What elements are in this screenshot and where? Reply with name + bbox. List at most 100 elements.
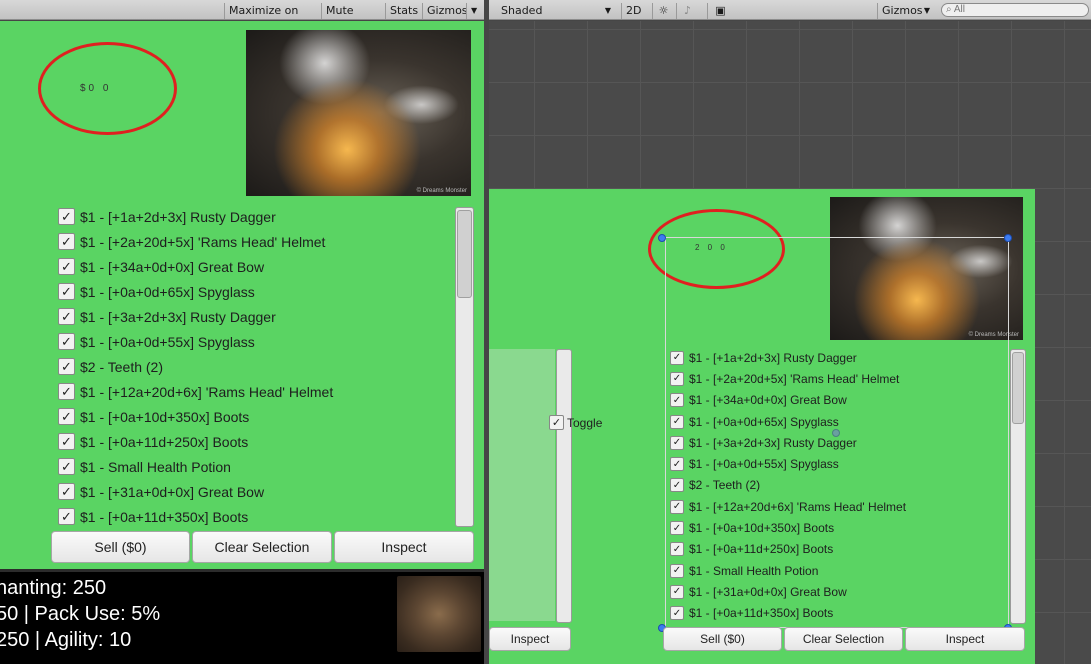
list-item[interactable]: ✓ $2 - Teeth (2) bbox=[670, 475, 760, 496]
checkbox-checked-icon[interactable]: ✓ bbox=[670, 542, 684, 557]
gizmos-dropdown-icon[interactable]: ▼ bbox=[466, 3, 482, 19]
item-label: $1 - [+2a+20d+5x] 'Rams Head' Helmet bbox=[80, 233, 326, 250]
item-label: $1 - [+12a+20d+6x] 'Rams Head' Helmet bbox=[689, 499, 907, 514]
gold-label: $0 0 bbox=[80, 83, 112, 94]
list-item[interactable]: ✓ $1 - [+34a+0d+0x] Great Bow bbox=[670, 390, 847, 411]
checkbox-checked-icon[interactable]: ✓ bbox=[58, 333, 75, 350]
checkbox-checked-icon[interactable]: ✓ bbox=[670, 414, 684, 429]
checkbox-checked-icon[interactable]: ✓ bbox=[670, 563, 684, 578]
list-item[interactable]: ✓ $1 - [+34a+0d+0x] Great Bow bbox=[58, 254, 264, 279]
list-item[interactable]: ✓ $1 - [+0a+0d+55x] Spyglass bbox=[58, 329, 255, 354]
list-item[interactable]: ✓ $1 - [+0a+10d+350x] Boots bbox=[58, 404, 249, 429]
list-item[interactable]: ✓ $1 - [+2a+20d+5x] 'Rams Head' Helmet bbox=[670, 368, 899, 389]
scene-scrollbar-thumb[interactable] bbox=[1012, 352, 1024, 424]
list-item[interactable]: ✓ $1 - [+3a+2d+3x] Rusty Dagger bbox=[670, 432, 857, 453]
list-item[interactable]: ✓ $1 - [+0a+11d+350x] Boots bbox=[58, 504, 248, 527]
checkbox-checked-icon[interactable]: ✓ bbox=[670, 393, 684, 408]
checkbox-checked-icon[interactable]: ✓ bbox=[58, 258, 75, 275]
list-item[interactable]: ✓ $1 - [+0a+10d+350x] Boots bbox=[670, 517, 834, 538]
item-label: $1 - [+31a+0d+0x] Great Bow bbox=[80, 483, 265, 500]
scrollbar-thumb[interactable] bbox=[457, 210, 472, 298]
checkbox-checked-icon[interactable]: ✓ bbox=[670, 521, 684, 536]
checkbox-checked-icon[interactable]: ✓ bbox=[58, 483, 75, 500]
item-label: $1 - [+34a+0d+0x] Great Bow bbox=[80, 258, 265, 275]
scene-view-toolbar: Shaded ▼ 2D ☼ ♪ ▣ Gizmos ▼ ⌕ All bbox=[489, 0, 1091, 20]
item-label: $2 - Teeth (2) bbox=[689, 478, 761, 493]
checkbox-checked-icon[interactable]: ✓ bbox=[58, 458, 75, 475]
checkbox-checked-icon[interactable]: ✓ bbox=[670, 371, 684, 386]
checkbox-checked-icon[interactable]: ✓ bbox=[670, 435, 684, 450]
shading-mode-dropdown[interactable]: Shaded ▼ bbox=[497, 3, 615, 19]
scene-gold-label: 2 0 0 bbox=[695, 243, 728, 252]
knight-artwork: © Dreams Monster bbox=[246, 30, 471, 196]
checkbox-checked-icon[interactable]: ✓ bbox=[670, 606, 684, 621]
item-list-scrollbar[interactable] bbox=[455, 207, 474, 527]
list-item[interactable]: ✓ $1 - [+0a+11d+350x] Boots bbox=[670, 603, 833, 621]
sell-button[interactable]: Sell ($0) bbox=[51, 531, 190, 563]
scene-gizmos-dropdown[interactable]: Gizmos ▼ bbox=[877, 3, 933, 19]
checkbox-checked-icon[interactable]: ✓ bbox=[58, 383, 75, 400]
list-item[interactable]: ✓ $2 - Teeth (2) bbox=[58, 354, 163, 379]
scene-knight-artwork: © Dreams Monster bbox=[830, 197, 1023, 340]
item-label: $1 - [+0a+11d+250x] Boots bbox=[689, 542, 834, 557]
list-item[interactable]: ✓ $1 - [+1a+2d+3x] Rusty Dagger bbox=[58, 204, 276, 229]
item-label: $1 - [+1a+2d+3x] Rusty Dagger bbox=[689, 350, 857, 365]
audio-icon[interactable]: ♪ bbox=[676, 3, 698, 19]
inventory-bag-icon bbox=[397, 576, 481, 652]
rect-handle-top-right[interactable] bbox=[1004, 234, 1012, 242]
list-item[interactable]: ✓ $1 - [+1a+2d+3x] Rusty Dagger bbox=[670, 347, 857, 368]
hierarchy-search-field[interactable]: ⌕ All bbox=[941, 3, 1089, 17]
checkbox-checked-icon[interactable]: ✓ bbox=[670, 350, 684, 365]
mode-2d-toggle[interactable]: 2D bbox=[621, 3, 643, 19]
list-item[interactable]: ✓ $1 - Small Health Potion bbox=[58, 454, 231, 479]
list-item[interactable]: ✓ $1 - [+2a+20d+5x] 'Rams Head' Helmet bbox=[58, 229, 325, 254]
game-view: $0 0 © Dreams Monster ✓ $1 - [+1a+2d+3x] … bbox=[0, 21, 484, 664]
checkbox-checked-icon[interactable]: ✓ bbox=[58, 508, 75, 525]
checkbox-checked-icon[interactable]: ✓ bbox=[58, 233, 75, 250]
toggle-label: Toggle bbox=[567, 415, 603, 430]
checkbox-checked-icon[interactable]: ✓ bbox=[58, 408, 75, 425]
checkbox-checked-icon[interactable]: ✓ bbox=[58, 358, 75, 375]
checkbox-checked-icon[interactable]: ✓ bbox=[670, 457, 684, 472]
inspect-button[interactable]: Inspect bbox=[334, 531, 474, 563]
mute-audio-toggle[interactable]: Mute audio bbox=[321, 3, 384, 33]
rect-handle-top-left[interactable] bbox=[658, 234, 666, 242]
stat-line-3: 250 | Agility: 10 bbox=[0, 629, 132, 651]
list-item[interactable]: ✓ $1 - [+12a+20d+6x] 'Rams Head' Helmet bbox=[670, 496, 906, 517]
checkbox-checked-icon[interactable]: ✓ bbox=[58, 433, 75, 450]
checkbox-checked-icon[interactable]: ✓ bbox=[549, 415, 564, 430]
item-label: $1 - [+0a+10d+350x] Boots bbox=[80, 408, 250, 425]
list-item[interactable]: ✓ $1 - [+0a+11d+250x] Boots bbox=[58, 429, 248, 454]
list-item[interactable]: ✓ $1 - [+31a+0d+0x] Great Bow bbox=[670, 581, 847, 602]
stats-toggle[interactable]: Stats bbox=[385, 3, 421, 19]
checkbox-checked-icon[interactable]: ✓ bbox=[58, 308, 75, 325]
checkbox-checked-icon[interactable]: ✓ bbox=[670, 499, 684, 514]
list-item[interactable]: ✓ $1 - [+0a+0d+65x] Spyglass bbox=[670, 411, 839, 432]
list-item[interactable]: ✓ $1 - Small Health Potion bbox=[670, 560, 818, 581]
clear-selection-button[interactable]: Clear Selection bbox=[192, 531, 332, 563]
checkbox-checked-icon[interactable]: ✓ bbox=[58, 208, 75, 225]
checkbox-checked-icon[interactable]: ✓ bbox=[58, 283, 75, 300]
item-label: $1 - [+0a+0d+55x] Spyglass bbox=[689, 457, 839, 472]
list-item[interactable]: ✓ $1 - [+0a+0d+55x] Spyglass bbox=[670, 454, 839, 475]
scene-inspect-button[interactable]: Inspect bbox=[905, 627, 1025, 651]
gizmos-toggle[interactable]: Gizmos bbox=[422, 3, 468, 19]
scene-gizmos-label: Gizmos bbox=[882, 4, 923, 17]
checkbox-checked-icon[interactable]: ✓ bbox=[670, 584, 684, 599]
maximize-on-play-toggle[interactable]: Maximize on Play bbox=[224, 3, 320, 33]
side-inspect-button[interactable]: Inspect bbox=[489, 627, 571, 651]
list-item[interactable]: ✓ $1 - [+3a+2d+3x] Rusty Dagger bbox=[58, 304, 276, 329]
scene-list-scrollbar[interactable] bbox=[1010, 349, 1026, 624]
list-item[interactable]: ✓ $1 - [+12a+20d+6x] 'Rams Head' Helmet bbox=[58, 379, 333, 404]
effects-icon[interactable]: ▣ bbox=[707, 3, 733, 19]
toggle-control[interactable]: ✓ Toggle bbox=[549, 415, 602, 430]
lighting-icon[interactable]: ☼ bbox=[652, 3, 674, 19]
list-item[interactable]: ✓ $1 - [+0a+0d+65x] Spyglass bbox=[58, 279, 255, 304]
scene-sell-button[interactable]: Sell ($0) bbox=[663, 627, 782, 651]
list-item[interactable]: ✓ $1 - [+0a+11d+250x] Boots bbox=[670, 539, 833, 560]
side-panel-scrollbar[interactable] bbox=[556, 349, 572, 623]
checkbox-checked-icon[interactable]: ✓ bbox=[670, 478, 684, 493]
item-label: $1 - [+0a+10d+350x] Boots bbox=[689, 521, 835, 536]
list-item[interactable]: ✓ $1 - [+31a+0d+0x] Great Bow bbox=[58, 479, 264, 504]
scene-clear-selection-button[interactable]: Clear Selection bbox=[784, 627, 903, 651]
